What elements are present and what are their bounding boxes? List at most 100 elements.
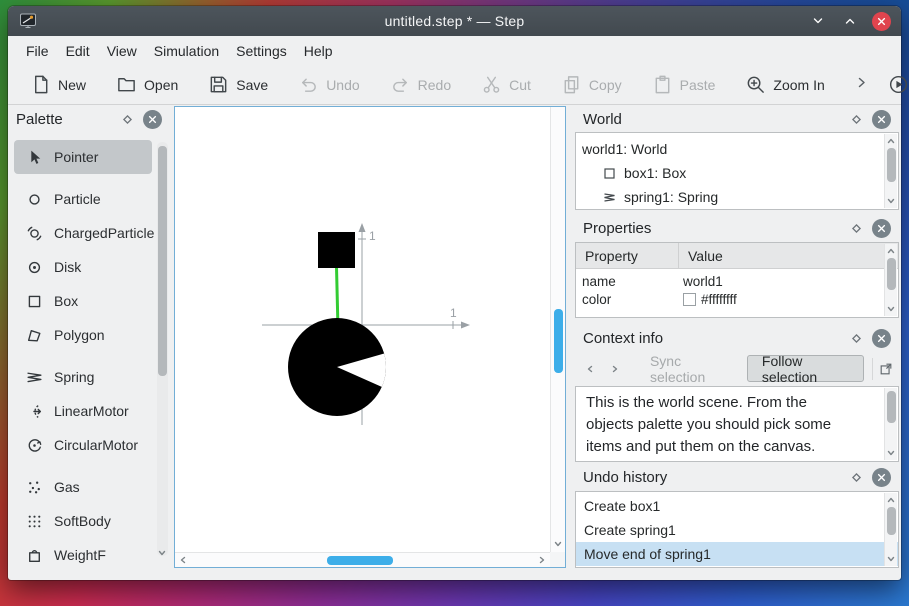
simulate-button[interactable]: Simulate (878, 69, 909, 101)
scroll-left-icon[interactable] (178, 555, 188, 565)
float-dock-icon[interactable] (122, 114, 133, 125)
canvas-hscroll-thumb[interactable] (327, 556, 393, 565)
context-scrollbar[interactable] (884, 388, 897, 460)
redo-button[interactable]: Redo (380, 69, 461, 101)
menu-view[interactable]: View (107, 43, 137, 59)
open-in-browser-icon (880, 363, 892, 374)
properties-dock-close-button[interactable] (872, 218, 891, 238)
menu-simulation[interactable]: Simulation (154, 43, 219, 59)
open-button[interactable]: Open (106, 69, 188, 101)
palette-item-disk[interactable]: Disk (8, 250, 156, 284)
app-window: untitled.step * — Step File Edit View Si… (8, 6, 907, 580)
property-row-color[interactable]: color #ffffffff (576, 290, 898, 308)
new-button[interactable]: New (20, 69, 96, 101)
palette-item-linearmotor[interactable]: LinearMotor (8, 394, 156, 428)
float-dock-icon[interactable] (851, 223, 862, 234)
undo-button[interactable]: Undo (288, 69, 369, 101)
app-icon (20, 13, 36, 29)
undo-item-label: Move end of spring1 (584, 546, 711, 562)
tree-item-box1[interactable]: box1: Box (576, 161, 898, 185)
palette-scrollbar-thumb[interactable] (158, 146, 167, 376)
properties-table-header: Property Value (576, 243, 898, 269)
paste-button[interactable]: Paste (642, 69, 726, 101)
canvas-vscroll-thumb[interactable] (554, 309, 563, 373)
palette-scrollbar[interactable] (157, 142, 168, 556)
palette-dock-title: Palette (16, 110, 63, 128)
context-scrollbar-thumb[interactable] (887, 391, 896, 423)
copy-button[interactable]: Copy (551, 69, 632, 101)
circular-motor-icon (28, 438, 42, 452)
palette-item-circularmotor[interactable]: CircularMotor (8, 428, 156, 462)
toolbar-overflow-button[interactable] (855, 76, 868, 94)
undo-dock-close-button[interactable] (872, 467, 891, 487)
float-dock-icon[interactable] (851, 114, 862, 125)
menubar: File Edit View Simulation Settings Help (8, 36, 901, 65)
palette-item-pointer[interactable]: Pointer (14, 140, 152, 174)
float-dock-icon[interactable] (851, 333, 862, 344)
palette-item-spring[interactable]: Spring (8, 360, 156, 394)
world-scrollbar[interactable] (884, 134, 897, 208)
box1-object[interactable] (318, 232, 355, 268)
canvas-vertical-scrollbar[interactable] (550, 107, 565, 552)
scroll-down-icon[interactable] (886, 554, 896, 564)
open-in-browser-button[interactable] (872, 357, 893, 380)
world-dock-close-button[interactable] (872, 109, 891, 129)
palette-item-weightforce[interactable]: WeightF (8, 538, 156, 566)
undo-label: Undo (326, 76, 360, 93)
undo-item-move-end-of-spring1[interactable]: Move end of spring1 (576, 542, 898, 566)
world-canvas[interactable]: 1 1 (175, 107, 550, 552)
undo-item-create-box1[interactable]: Create box1 (576, 494, 898, 518)
zoom-in-button[interactable]: Zoom In (735, 69, 834, 101)
palette-item-box[interactable]: Box (8, 284, 156, 318)
scroll-right-icon[interactable] (537, 555, 547, 565)
palette-item-gas[interactable]: Gas (8, 470, 156, 504)
scroll-down-icon[interactable] (886, 304, 896, 314)
context-dock-close-button[interactable] (872, 328, 891, 348)
context-back-button[interactable] (581, 359, 598, 379)
column-value[interactable]: Value (679, 248, 723, 264)
property-row-name[interactable]: name world1 (576, 272, 898, 290)
scroll-down-icon[interactable] (886, 448, 896, 458)
menu-file[interactable]: File (26, 43, 49, 59)
tree-item-world1[interactable]: world1: World (576, 137, 898, 161)
palette-item-polygon[interactable]: Polygon (8, 318, 156, 352)
undo-scrollbar-thumb[interactable] (887, 507, 896, 535)
menu-help[interactable]: Help (304, 43, 333, 59)
undo-item-create-spring1[interactable]: Create spring1 (576, 518, 898, 542)
properties-scrollbar-thumb[interactable] (887, 258, 896, 290)
cut-button[interactable]: Cut (471, 69, 541, 101)
column-property[interactable]: Property (576, 243, 679, 268)
scroll-up-icon[interactable] (886, 495, 896, 505)
palette-item-particle[interactable]: Particle (8, 182, 156, 216)
soft-body-icon (28, 515, 41, 527)
maximize-button[interactable] (840, 11, 860, 31)
follow-selection-button[interactable]: Follow selection (746, 353, 864, 385)
scroll-up-icon[interactable] (886, 246, 896, 256)
sync-selection-button[interactable]: Sync selection (650, 353, 729, 385)
scroll-down-icon[interactable] (553, 539, 563, 549)
palette-item-label: Polygon (54, 327, 105, 343)
world-scrollbar-thumb[interactable] (887, 148, 896, 182)
close-icon (877, 115, 886, 123)
scroll-up-icon[interactable] (886, 136, 896, 146)
minimize-button[interactable] (808, 11, 828, 31)
menu-edit[interactable]: Edit (66, 43, 90, 59)
palette-item-softbody[interactable]: SoftBody (8, 504, 156, 538)
tree-item-spring1[interactable]: spring1: Spring (576, 185, 898, 209)
palette-item-chargedparticle[interactable]: ChargedParticle (8, 216, 156, 250)
disk1-object[interactable] (288, 318, 393, 416)
properties-dock-header: Properties (575, 215, 899, 241)
titlebar[interactable]: untitled.step * — Step (8, 6, 901, 36)
scroll-down-icon[interactable] (886, 196, 896, 206)
canvas-horizontal-scrollbar[interactable] (175, 552, 550, 567)
save-button[interactable]: Save (198, 69, 278, 101)
undo-scrollbar[interactable] (884, 493, 897, 566)
menu-settings[interactable]: Settings (236, 43, 287, 59)
palette-dock-close-button[interactable] (143, 109, 162, 129)
context-dock-title: Context info (583, 329, 664, 347)
scroll-down-icon[interactable] (157, 548, 167, 558)
float-dock-icon[interactable] (851, 472, 862, 483)
context-forward-button[interactable] (606, 359, 623, 379)
close-button[interactable] (872, 11, 891, 31)
properties-scrollbar[interactable] (884, 244, 897, 316)
